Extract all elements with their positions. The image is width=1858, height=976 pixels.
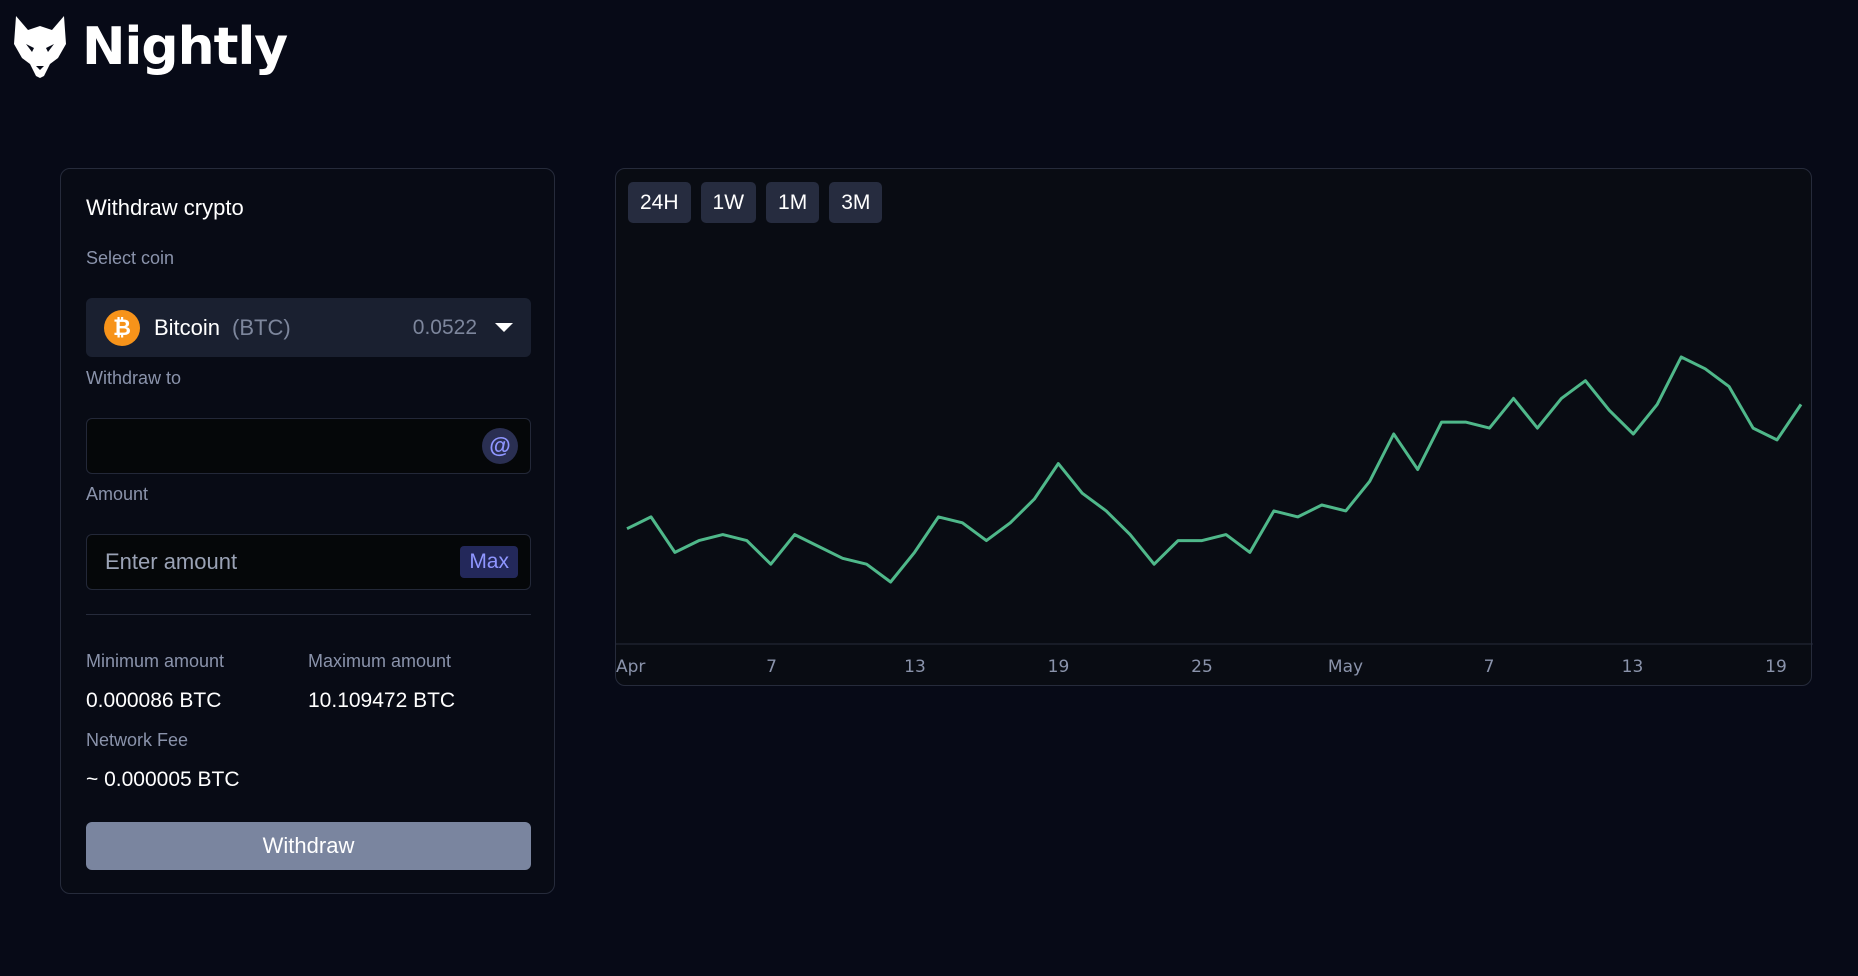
range-tab-1w[interactable]: 1W: [700, 182, 757, 223]
amount-input[interactable]: [105, 549, 461, 575]
min-amount-value: 0.000086 BTC: [86, 689, 222, 712]
x-tick-label: 19: [1765, 657, 1787, 677]
price-series-line: [626, 355, 1803, 584]
price-chart: Apr 7 13 19 25 May 7 13 19: [616, 355, 1813, 677]
range-tab-24h[interactable]: 24H: [628, 182, 691, 223]
withdraw-to-field: @: [86, 418, 531, 474]
select-coin-label: Select coin: [86, 248, 175, 268]
withdraw-panel: Withdraw crypto Select coin ₿ Bitcoin (B…: [60, 168, 555, 894]
max-button[interactable]: Max: [460, 546, 518, 578]
x-tick-label: May: [1328, 657, 1363, 677]
x-tick-label: 25: [1191, 657, 1213, 677]
x-tick-label: Apr: [616, 657, 645, 677]
chevron-down-icon: [495, 323, 513, 332]
bitcoin-icon: ₿: [104, 309, 140, 346]
x-tick-label: 13: [904, 657, 926, 677]
panel-title: Withdraw crypto: [86, 195, 244, 220]
x-tick-label: 13: [1622, 657, 1644, 677]
withdraw-button[interactable]: Withdraw: [86, 822, 531, 870]
min-amount-label: Minimum amount: [86, 651, 225, 671]
range-tabs: 24H 1W 1M 3M: [628, 182, 883, 223]
brand-logo[interactable]: Nightly: [12, 14, 288, 80]
fox-logo-icon: [14, 16, 66, 78]
max-amount-label: Maximum amount: [308, 651, 452, 671]
coin-name: Bitcoin: [154, 314, 221, 340]
coin-select[interactable]: ₿ Bitcoin (BTC) 0.0522: [86, 298, 531, 357]
amount-label: Amount: [86, 484, 149, 504]
range-tab-1m[interactable]: 1M: [766, 182, 820, 223]
network-fee-label: Network Fee: [86, 730, 189, 750]
x-tick-label: 7: [1484, 657, 1495, 677]
max-amount-value: 10.109472 BTC: [308, 689, 456, 712]
x-tick-label: 19: [1048, 657, 1070, 677]
network-fee-value: ~ 0.000005 BTC: [86, 768, 240, 791]
coin-ticker: (BTC): [232, 314, 291, 340]
price-chart-panel: Apr 7 13 19 25 May 7 13 19 24H 1W 1M 3M: [615, 168, 1813, 686]
coin-balance: 0.0522: [412, 315, 477, 339]
brand-name: Nightly: [82, 17, 288, 77]
x-tick-label: 7: [766, 657, 777, 677]
divider: [86, 614, 531, 615]
range-tab-3m[interactable]: 3M: [829, 182, 883, 223]
amount-field: Max: [86, 534, 531, 590]
withdraw-to-label: Withdraw to: [86, 368, 182, 388]
withdraw-address-input[interactable]: [105, 433, 482, 459]
at-sign-icon[interactable]: @: [482, 428, 518, 464]
